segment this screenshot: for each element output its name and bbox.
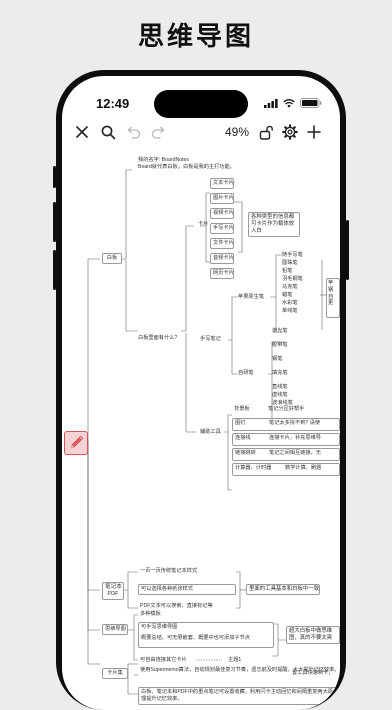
cards-label: 卡片 bbox=[198, 221, 209, 227]
mindmap-item: 概要总结、可无限嵌套、概要中也可添加子节点 bbox=[141, 634, 250, 641]
mindmap-item: 可自由连接其它卡片 bbox=[140, 657, 187, 663]
tools-label: 辅助工具 bbox=[200, 429, 221, 435]
custom-pen-item: 虚线笔 bbox=[272, 392, 288, 398]
search-button[interactable] bbox=[98, 120, 118, 144]
tool-desc: 数学计算、刷题 bbox=[285, 465, 322, 471]
pencil-icon bbox=[70, 435, 84, 449]
apple-pen-item: 蜡笔 bbox=[282, 292, 293, 298]
card-item[interactable]: 文本卡片 bbox=[210, 178, 234, 189]
wifi-icon bbox=[283, 98, 295, 108]
branch-flashcards[interactable]: 卡片集 bbox=[102, 668, 128, 679]
lock-button[interactable] bbox=[256, 120, 276, 144]
gear-icon bbox=[282, 124, 298, 140]
cards-note[interactable]: 各种类型的信息都可卡片作为载体放入白 bbox=[248, 212, 300, 238]
mindmap-end: 主题1 bbox=[228, 657, 242, 663]
undo-button[interactable] bbox=[124, 120, 144, 144]
mindmap-items-box[interactable]: 可手写思维导图 概要总结、可无限嵌套、概要中也可添加子节点 bbox=[138, 622, 274, 648]
root-node[interactable] bbox=[64, 431, 88, 455]
zoom-level[interactable]: 49% bbox=[222, 120, 252, 144]
tool-name: 背景板 bbox=[234, 406, 250, 412]
toolbar: 49% bbox=[62, 120, 340, 144]
tool-name: 连接线 bbox=[235, 435, 251, 441]
card-item[interactable]: 网页卡片 bbox=[210, 268, 234, 279]
pdf-label: PDF bbox=[107, 590, 119, 597]
whiteboard-question: 白板里面有什么? bbox=[138, 335, 178, 341]
card-item[interactable]: 手写卡片 bbox=[210, 223, 234, 234]
close-button[interactable] bbox=[72, 120, 92, 144]
card-item[interactable]: 音频卡片 bbox=[210, 253, 234, 264]
signal-icon bbox=[264, 98, 278, 108]
headline: 思维导图 bbox=[137, 21, 254, 51]
tool-desc: 连接卡片，补充思维导 bbox=[269, 435, 321, 441]
status-icons bbox=[264, 98, 322, 108]
add-button[interactable] bbox=[304, 120, 324, 144]
branch-mindmap[interactable]: 思维导图 bbox=[102, 624, 128, 635]
close-icon bbox=[76, 126, 88, 138]
tool-desc: 笔记之间相互链接，无 bbox=[269, 450, 321, 456]
notebook-item[interactable]: 可以选择各种纸张样式 bbox=[138, 584, 236, 595]
tool-row[interactable]: 计算器、计时器 数学计算、刷题 bbox=[232, 463, 340, 476]
branch-whiteboard[interactable]: 白板 bbox=[102, 253, 122, 264]
apple-pen-item: 圆珠笔 bbox=[282, 260, 298, 266]
custom-pen-label: 自研笔 bbox=[238, 370, 254, 376]
apple-pen-item: 铅笔 bbox=[282, 268, 293, 274]
intro-line: 我的名字: BoardNotes bbox=[138, 157, 190, 163]
status-time: 12:49 bbox=[96, 96, 130, 111]
redo-icon bbox=[151, 126, 165, 139]
pen-summary-line: 钢 bbox=[328, 286, 334, 293]
custom-pen-item: 直线笔 bbox=[272, 384, 288, 390]
dynamic-island bbox=[154, 90, 248, 118]
apple-pen-item: 单线笔 bbox=[282, 308, 298, 314]
search-icon bbox=[101, 125, 115, 139]
custom-pen-item: 激光笔 bbox=[272, 328, 288, 334]
tool-row[interactable]: 图钉 笔记太多找不到? 请使 bbox=[232, 418, 340, 431]
redo-button[interactable] bbox=[148, 120, 168, 144]
tool-name: 图钉 bbox=[235, 420, 246, 426]
flashcard-tail: 置工具快速制卡， bbox=[292, 670, 334, 676]
notebook-label: 笔记本 bbox=[105, 584, 122, 590]
settings-button[interactable] bbox=[280, 120, 300, 144]
apple-pen-label: 苹果原生笔 bbox=[238, 294, 264, 300]
notebook-item: 一页一页传统笔记本样式 bbox=[140, 568, 198, 574]
notebook-note[interactable]: 里面的工具基本和白板中一致 bbox=[246, 584, 320, 596]
custom-pen-item: 钢笔 bbox=[272, 356, 283, 362]
custom-pen-item: 填充笔 bbox=[272, 370, 288, 376]
tool-row[interactable]: 链接跳转 笔记之间相互链接，无 bbox=[232, 448, 340, 461]
apple-pen-item: 马克笔 bbox=[282, 284, 298, 290]
tool-name: 计算器、计时器 bbox=[235, 465, 272, 471]
plus-icon bbox=[307, 125, 321, 139]
mindmap-note[interactable]: 超大白板中做思维图，真的不要太爽 bbox=[286, 626, 340, 645]
mindmap-item: 可手写思维导图 bbox=[141, 624, 178, 630]
handwriting-label: 手写笔记 bbox=[200, 336, 221, 342]
mindmap-canvas[interactable]: 我的名字: BoardNotes Board就代表白板，白板是我的主打功能。 白… bbox=[62, 150, 340, 710]
apple-pen-item: 羽毛钢笔 bbox=[282, 276, 303, 282]
phone-frame: 12:49 49% 我的名字: BoardNotes Board就代表白板，白板… bbox=[53, 70, 349, 710]
screen: 12:49 49% 我的名字: BoardNotes Board就代表白板，白板… bbox=[62, 76, 340, 710]
battery-icon bbox=[300, 98, 322, 108]
pen-summary-box[interactable]: 苹 钢 自 更 bbox=[326, 278, 340, 318]
tool-desc: 笔记太多找不到? 请使 bbox=[269, 420, 321, 426]
pen-summary-line: 苹 bbox=[328, 280, 334, 286]
lock-icon bbox=[259, 125, 273, 140]
notebook-item: PDF文本可以搜索、直接标记等 bbox=[140, 603, 213, 609]
mindmap-item: 多种模板 bbox=[140, 611, 161, 617]
custom-pen-item: 胶带笔 bbox=[272, 342, 288, 348]
apple-pen-item: 随手写笔 bbox=[282, 252, 303, 258]
branch-notebook[interactable]: 笔记本 PDF bbox=[102, 582, 124, 600]
card-item[interactable]: 图片卡片 bbox=[210, 193, 234, 204]
apple-pen-item: 水彩笔 bbox=[282, 300, 298, 306]
tool-row[interactable]: 连接线 连接卡片，补充思维导 bbox=[232, 433, 340, 446]
card-item[interactable]: 视频卡片 bbox=[210, 208, 234, 219]
tool-desc: 笔记分区好帮手 bbox=[268, 406, 305, 412]
pen-summary-line: 更 bbox=[328, 300, 334, 307]
undo-icon bbox=[127, 126, 141, 139]
card-item[interactable]: 文件卡片 bbox=[210, 238, 234, 249]
tool-name: 链接跳转 bbox=[235, 450, 256, 456]
intro-line: Board就代表白板，白板是我的主打功能。 bbox=[138, 164, 235, 170]
